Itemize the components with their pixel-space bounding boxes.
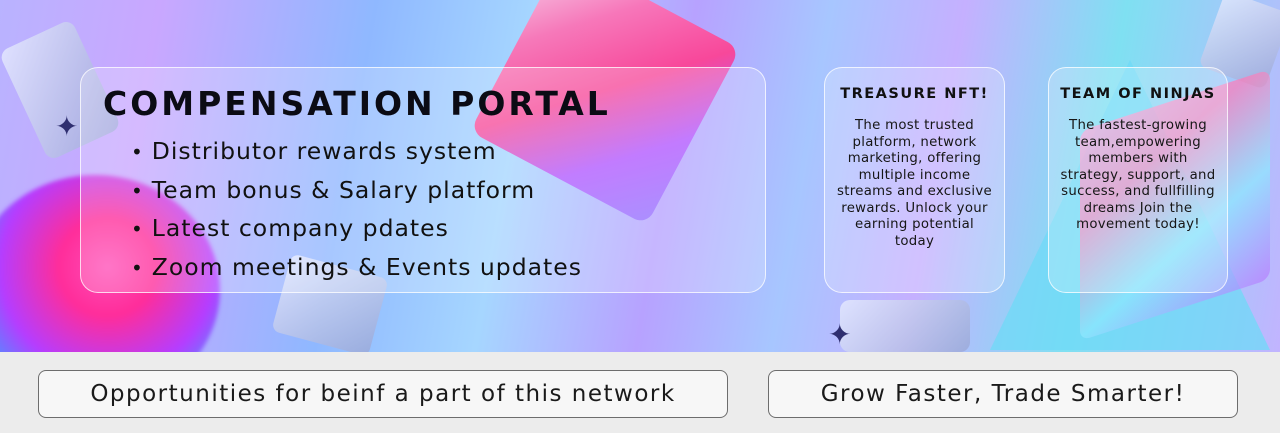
sparkle-icon: ✦: [828, 318, 852, 351]
portal-feature-list: Distributor rewards system Team bonus & …: [131, 132, 582, 286]
grow-faster-button[interactable]: Grow Faster, Trade Smarter!: [768, 370, 1238, 418]
treasure-nft-card: TREASURE NFT! The most trusted platform,…: [824, 67, 1005, 293]
hero-banner: ✦ ✦ COMPENSATION PORTAL Distributor rewa…: [0, 0, 1280, 352]
opportunities-button[interactable]: Opportunities for beinf a part of this n…: [38, 370, 728, 418]
decorative-shape: [840, 300, 970, 352]
card-title: TREASURE NFT!: [840, 86, 989, 102]
compensation-portal-panel: COMPENSATION PORTAL Distributor rewards …: [80, 67, 766, 293]
list-item: Distributor rewards system: [131, 132, 582, 171]
list-item: Team bonus & Salary platform: [131, 171, 582, 210]
list-item: Latest company pdates: [131, 209, 582, 248]
team-of-ninjas-card: TEAM OF NINJAS The fastest-growing team,…: [1048, 67, 1228, 293]
list-item: Zoom meetings & Events updates: [131, 248, 582, 287]
card-title: TEAM OF NINJAS: [1060, 86, 1216, 102]
portal-title: COMPENSATION PORTAL: [103, 84, 611, 123]
card-text: The most trusted platform, network marke…: [837, 118, 992, 249]
sparkle-icon: ✦: [55, 110, 79, 143]
card-text: The fastest-growing team,empowering memb…: [1060, 118, 1216, 232]
